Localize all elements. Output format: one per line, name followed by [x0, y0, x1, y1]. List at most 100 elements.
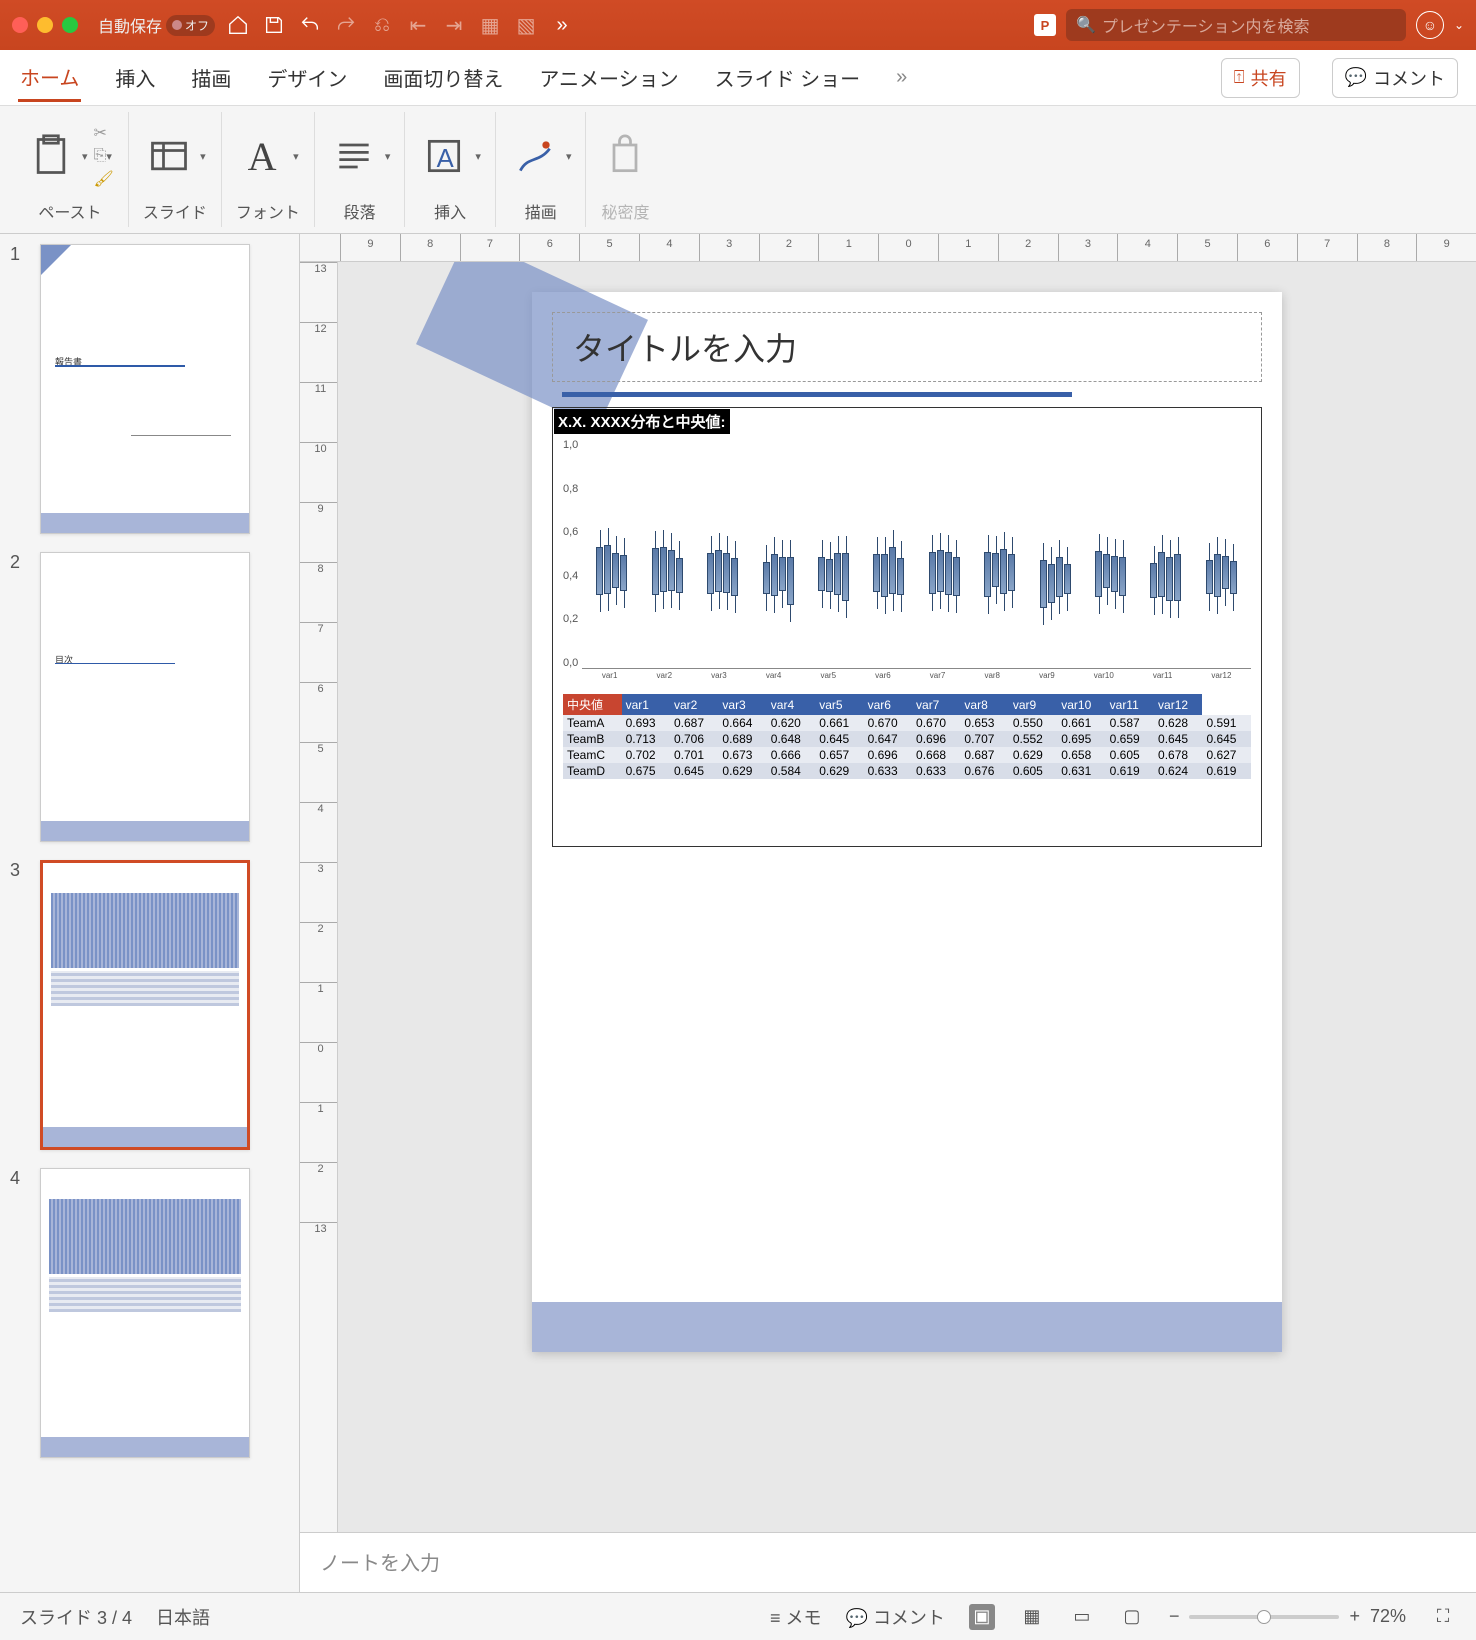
normal-view-icon[interactable]: ▣: [969, 1604, 995, 1630]
reading-view-icon[interactable]: ▭: [1069, 1604, 1095, 1630]
qat-icon-5[interactable]: ▧: [513, 12, 539, 38]
svg-text:A: A: [437, 145, 455, 173]
slide-footer-bar: [532, 1302, 1282, 1352]
font-icon[interactable]: A: [237, 131, 287, 181]
home-icon[interactable]: [225, 12, 251, 38]
tab-transitions[interactable]: 画面切り替え: [381, 55, 505, 100]
zoom-out-icon[interactable]: −: [1169, 1606, 1180, 1627]
thumb-number: 2: [10, 552, 30, 842]
tab-design[interactable]: デザイン: [265, 55, 349, 100]
qat-icon-2[interactable]: ⇤: [405, 12, 431, 38]
sorter-view-icon[interactable]: ▦: [1019, 1604, 1045, 1630]
tab-draw[interactable]: 描画: [189, 55, 233, 100]
redo-icon[interactable]: [333, 12, 359, 38]
share-button[interactable]: ⍐共有: [1221, 58, 1300, 98]
ribbon: ▾ ✂ ⎘▾ 🖌 ペースト ▾ スライド A ▾ フォント ▾ 段落 A: [0, 106, 1476, 234]
ruler-vertical[interactable]: 1312111098765432101213: [300, 262, 338, 1532]
group-insert: A ▾ 挿入: [405, 112, 496, 227]
tabs-more-icon[interactable]: »: [894, 58, 909, 97]
notes-toggle[interactable]: ≡ メモ: [770, 1604, 822, 1630]
textbox-icon[interactable]: A: [419, 131, 469, 181]
format-painter-icon[interactable]: 🖌: [94, 169, 114, 189]
thumbnail-slide-1[interactable]: 報告書: [40, 244, 250, 534]
app-icon: P: [1034, 14, 1056, 36]
zoom-control[interactable]: − + 72%: [1169, 1606, 1406, 1627]
share-icon: ⍐: [1234, 67, 1245, 88]
tab-slideshow[interactable]: スライド ショー: [713, 55, 863, 100]
tab-insert[interactable]: 挿入: [113, 55, 157, 100]
boxplot-chart: 1,0 0,8 0,6 0,4 0,2 0,0 var1var2var3var: [553, 435, 1261, 783]
group-label: フォント: [236, 199, 300, 223]
group-label: 挿入: [434, 199, 466, 223]
group-label: スライド: [143, 199, 207, 223]
chevron-down-icon[interactable]: ⌄: [1454, 18, 1464, 32]
content-box[interactable]: X.X. XXXX分布と中央値: 1,0 0,8 0,6 0,4 0,2 0,0: [552, 407, 1262, 847]
group-label: 描画: [525, 199, 557, 223]
thumbnail-slide-3[interactable]: [40, 860, 250, 1150]
window-controls: [12, 17, 78, 33]
group-label: 段落: [344, 199, 376, 223]
autosave-label: 自動保存: [98, 13, 162, 37]
thumbnail-slide-4[interactable]: [40, 1168, 250, 1458]
slide-counter[interactable]: スライド 3 / 4: [20, 1604, 132, 1630]
autosave-toggle[interactable]: 自動保存 オフ: [98, 13, 215, 37]
zoom-level[interactable]: 72%: [1370, 1606, 1406, 1627]
drawing-icon[interactable]: [510, 131, 560, 181]
subtitle: X.X. XXXX分布と中央値:: [554, 409, 730, 434]
title-underline: [562, 392, 1072, 397]
slide-thumbnails[interactable]: 1 報告書 2 目次 3 4: [0, 234, 300, 1592]
group-label: ペースト: [38, 199, 101, 223]
minimize-window-icon[interactable]: [37, 17, 53, 33]
tab-home[interactable]: ホーム: [18, 54, 81, 102]
title-text: タイトルを入力: [573, 324, 797, 370]
language[interactable]: 日本語: [156, 1604, 210, 1630]
notes-placeholder: ノートを入力: [320, 1553, 440, 1575]
tab-animations[interactable]: アニメーション: [537, 55, 680, 100]
comment-icon: 💬: [1345, 67, 1367, 88]
paste-icon[interactable]: [26, 131, 76, 181]
slide-canvas[interactable]: タイトルを入力 X.X. XXXX分布と中央値: 1,0 0,8 0,6 0: [338, 262, 1476, 1532]
fit-window-icon[interactable]: ⛶: [1430, 1604, 1456, 1630]
paragraph-dropdown-icon[interactable]: ▾: [385, 150, 391, 163]
autosave-state: オフ: [185, 17, 209, 34]
close-window-icon[interactable]: [12, 17, 28, 33]
new-slide-icon[interactable]: [144, 131, 194, 181]
title-placeholder[interactable]: タイトルを入力: [552, 312, 1262, 382]
qat-icon-3[interactable]: ⇥: [441, 12, 467, 38]
editor: 9876543210123456789 13121110987654321012…: [300, 234, 1476, 1592]
qat-icon-1[interactable]: ⎌: [369, 12, 395, 38]
font-dropdown-icon[interactable]: ▾: [293, 150, 299, 163]
slideshow-view-icon[interactable]: ▢: [1119, 1604, 1145, 1630]
thumbnail-slide-2[interactable]: 目次: [40, 552, 250, 842]
notes-pane[interactable]: ノートを入力: [300, 1532, 1476, 1592]
zoom-in-icon[interactable]: +: [1349, 1606, 1360, 1627]
paragraph-icon[interactable]: [329, 131, 379, 181]
maximize-window-icon[interactable]: [62, 17, 78, 33]
status-bar: スライド 3 / 4 日本語 ≡ メモ 💬 コメント ▣ ▦ ▭ ▢ − + 7…: [0, 1592, 1476, 1640]
main-area: 1 報告書 2 目次 3 4: [0, 234, 1476, 1592]
comment-button[interactable]: 💬コメント: [1332, 58, 1458, 98]
group-drawing: ▾ 描画: [496, 112, 587, 227]
thumb-number: 1: [10, 244, 30, 534]
data-table: 中央値var1var2var3var4var5var6var7var8var9v…: [563, 694, 1251, 779]
sensitivity-icon: [600, 131, 650, 181]
paste-dropdown-icon[interactable]: ▾: [82, 150, 88, 163]
copy-icon[interactable]: ⎘▾: [94, 147, 114, 165]
insert-dropdown-icon[interactable]: ▾: [475, 150, 481, 163]
slide[interactable]: タイトルを入力 X.X. XXXX分布と中央値: 1,0 0,8 0,6 0: [532, 292, 1282, 1352]
ruler-horizontal[interactable]: 9876543210123456789: [300, 234, 1476, 262]
comments-toggle[interactable]: 💬 コメント: [846, 1604, 945, 1630]
qat-icon-4[interactable]: ▦: [477, 12, 503, 38]
zoom-slider[interactable]: [1189, 1615, 1339, 1619]
save-icon[interactable]: [261, 12, 287, 38]
ribbon-tabs: ホーム 挿入 描画 デザイン 画面切り替え アニメーション スライド ショー »…: [0, 50, 1476, 106]
qat-more-icon[interactable]: »: [549, 12, 575, 38]
feedback-icon[interactable]: ☺: [1416, 11, 1444, 39]
search-icon: 🔍: [1076, 15, 1096, 35]
drawing-dropdown-icon[interactable]: ▾: [566, 150, 572, 163]
cut-icon[interactable]: ✂: [94, 123, 114, 143]
search-placeholder: プレゼンテーション内を検索: [1102, 13, 1310, 37]
search-input[interactable]: 🔍 プレゼンテーション内を検索: [1066, 9, 1406, 41]
undo-icon[interactable]: [297, 12, 323, 38]
slide-dropdown-icon[interactable]: ▾: [200, 150, 206, 163]
